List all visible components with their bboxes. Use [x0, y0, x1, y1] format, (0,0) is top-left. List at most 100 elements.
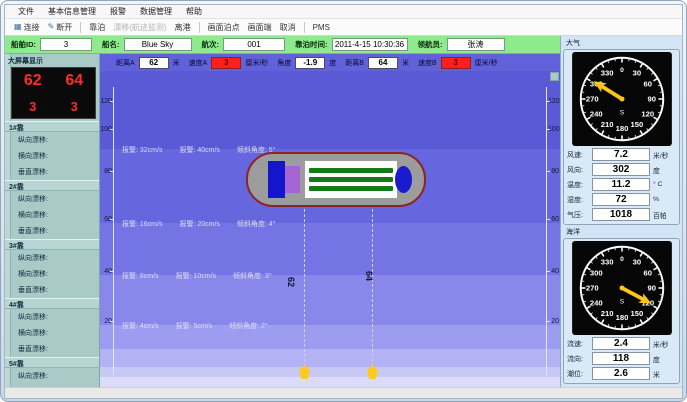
- led-display: 626433: [11, 67, 96, 119]
- svg-text:S: S: [619, 109, 624, 116]
- drift-row-label: 纵向漂移:: [11, 132, 99, 148]
- distance-drop-line: [372, 209, 373, 367]
- svg-text:150: 150: [630, 120, 643, 129]
- toolbar-button-label: 靠泊: [89, 22, 105, 33]
- measure-label: 角度: [277, 58, 291, 68]
- menu-item[interactable]: 报警: [103, 5, 133, 18]
- panel-field-label: 气压:: [567, 210, 592, 220]
- info-field-input[interactable]: 2011-4-15 10:30:36: [332, 38, 408, 51]
- led-speed-value: 3: [29, 99, 36, 114]
- toolbar-button[interactable]: 画面端: [244, 21, 276, 34]
- measure-label: 距离B: [345, 58, 364, 68]
- y-tick-mark: [546, 219, 550, 220]
- grid-icon: ▦: [14, 23, 22, 31]
- toolbar-button[interactable]: ▦连接: [10, 21, 44, 34]
- panel-field-unit: 米: [650, 369, 676, 379]
- panel-field-label: 湿度:: [567, 195, 592, 205]
- toolbar-group: PMS: [309, 22, 334, 33]
- info-field-label: 航次:: [202, 39, 220, 50]
- svg-text:120: 120: [641, 109, 654, 118]
- panel-group-box: 0306090120150180210240270300330S风速:7.2米/…: [563, 49, 680, 225]
- info-field-input[interactable]: 张涛: [447, 38, 505, 51]
- panel-group-box: 0306090120150180210240270300330S流速:2.4米/…: [563, 238, 680, 384]
- sidebar: 大屏幕显示 626433 1#靠纵向漂移:横向漂移:垂直漂移:2#靠纵向漂移:横…: [5, 54, 100, 387]
- menu-item[interactable]: 帮助: [179, 5, 209, 18]
- menu-bar: 文件基本信息管理报警数据管理帮助: [5, 5, 682, 19]
- panel-field-label: 风速:: [567, 150, 592, 160]
- toolbar-button[interactable]: 离港: [171, 21, 195, 34]
- toolbar-button[interactable]: ✎断开: [44, 21, 77, 34]
- drift-row-label: 横向漂移:: [11, 266, 99, 282]
- measure-label: 距离A: [116, 58, 135, 68]
- sensor-section-header: 5#靠: [5, 357, 99, 368]
- toolbar-button[interactable]: 靠泊: [85, 21, 109, 34]
- led-speed-value: 3: [71, 99, 78, 114]
- sensor-section-header: 2#靠: [5, 180, 99, 191]
- distance-drop-label: 62: [286, 277, 296, 287]
- alarm-threshold-row: 报警: 16cm/s报警: 20cm/s倾斜角度: 4°: [122, 221, 276, 229]
- svg-text:60: 60: [643, 269, 652, 278]
- ship-graphic: [246, 152, 426, 207]
- panel-field-unit: 百帕: [650, 210, 676, 220]
- y-tick-mark: [546, 321, 550, 322]
- alarm-speed-b: 报警: 5cm/s: [176, 323, 213, 331]
- svg-text:270: 270: [585, 283, 598, 292]
- panel-field: 流向:118度: [567, 352, 676, 365]
- toolbar-separator: [199, 22, 200, 33]
- toolbar-button[interactable]: 画面泊点: [204, 21, 244, 34]
- drift-row-label: 纵向漂移:: [11, 309, 99, 325]
- y-tick-mark: [546, 129, 550, 130]
- svg-text:330: 330: [600, 258, 613, 267]
- toolbar: ▦连接✎断开靠泊漂移(航迹监测)离港 画面泊点画面端取消 PMS: [5, 19, 682, 36]
- panel-field-unit: 度: [650, 354, 676, 364]
- measure-value-alarm: 3: [211, 57, 241, 69]
- toolbar-button-label: 断开: [56, 22, 72, 33]
- y-tick-mark: [546, 171, 550, 172]
- measure-value: -1.9: [295, 57, 325, 69]
- menu-item[interactable]: 基本信息管理: [41, 5, 103, 18]
- weather-panel: 大气0306090120150180210240270300330S风速:7.2…: [560, 36, 682, 387]
- alarm-speed-b: 报警: 20cm/s: [179, 221, 219, 229]
- sidebar-sections: 1#靠纵向漂移:横向漂移:垂直漂移:2#靠纵向漂移:横向漂移:垂直漂移:3#靠纵…: [11, 121, 99, 387]
- svg-text:90: 90: [647, 283, 656, 292]
- info-field: 靠泊时间: 2011-4-15 10:30:36: [295, 38, 408, 51]
- panel-field-value: 72: [592, 193, 650, 206]
- status-bar: [5, 387, 682, 398]
- vessel-info-bar: 船舶ID:3船名:Blue Sky航次:001靠泊时间:2011-4-15 10…: [5, 36, 560, 54]
- cargo-stripe: [309, 186, 393, 191]
- menu-item[interactable]: 数据管理: [133, 5, 179, 18]
- chart-corner-chip[interactable]: [550, 72, 559, 81]
- y-tick-mark: [110, 271, 114, 272]
- toolbar-group: ▦连接✎断开: [10, 21, 76, 34]
- drift-row-label: 纵向漂移:: [11, 250, 99, 266]
- alarm-speed-a: 报警: 16cm/s: [122, 221, 162, 229]
- info-field-input[interactable]: Blue Sky: [124, 38, 192, 51]
- info-field-input[interactable]: 3: [40, 38, 92, 51]
- toolbar-button[interactable]: PMS: [309, 22, 334, 33]
- toolbar-button-label: 画面泊点: [208, 22, 240, 33]
- measure-value-alarm: 3: [441, 57, 471, 69]
- info-field-label: 船名:: [102, 39, 120, 50]
- svg-text:150: 150: [630, 309, 643, 318]
- info-field-input[interactable]: 001: [223, 38, 285, 51]
- alarm-speed-b: 报警: 10cm/s: [176, 273, 216, 281]
- toolbar-button[interactable]: 取消: [276, 21, 300, 34]
- panel-field: 湿度:72%: [567, 193, 676, 206]
- svg-text:0: 0: [620, 67, 624, 74]
- svg-text:30: 30: [632, 69, 641, 78]
- svg-text:300: 300: [589, 269, 602, 278]
- measure-label: 速度B: [418, 58, 437, 68]
- info-field-label: 靠泊时间:: [295, 39, 328, 50]
- toolbar-separator: [304, 22, 305, 33]
- panel-field-value: 118: [592, 352, 650, 365]
- toolbar-group: 靠泊漂移(航迹监测)离港: [85, 21, 194, 34]
- drift-row-label: 垂直漂移:: [11, 282, 99, 298]
- panel-field-unit: 米/秒: [650, 150, 676, 160]
- panel-field-label: 温度:: [567, 180, 592, 190]
- alarm-angle: 倾斜角度: 2°: [229, 323, 268, 331]
- window-inner: 文件基本信息管理报警数据管理帮助 ▦连接✎断开靠泊漂移(航迹监测)离港 画面泊点画…: [4, 4, 683, 399]
- measure-value: 64: [368, 57, 398, 69]
- drift-row-label: 纵向漂移:: [11, 368, 99, 384]
- menu-item[interactable]: 文件: [11, 5, 41, 18]
- led-distance-value: 62: [24, 72, 42, 90]
